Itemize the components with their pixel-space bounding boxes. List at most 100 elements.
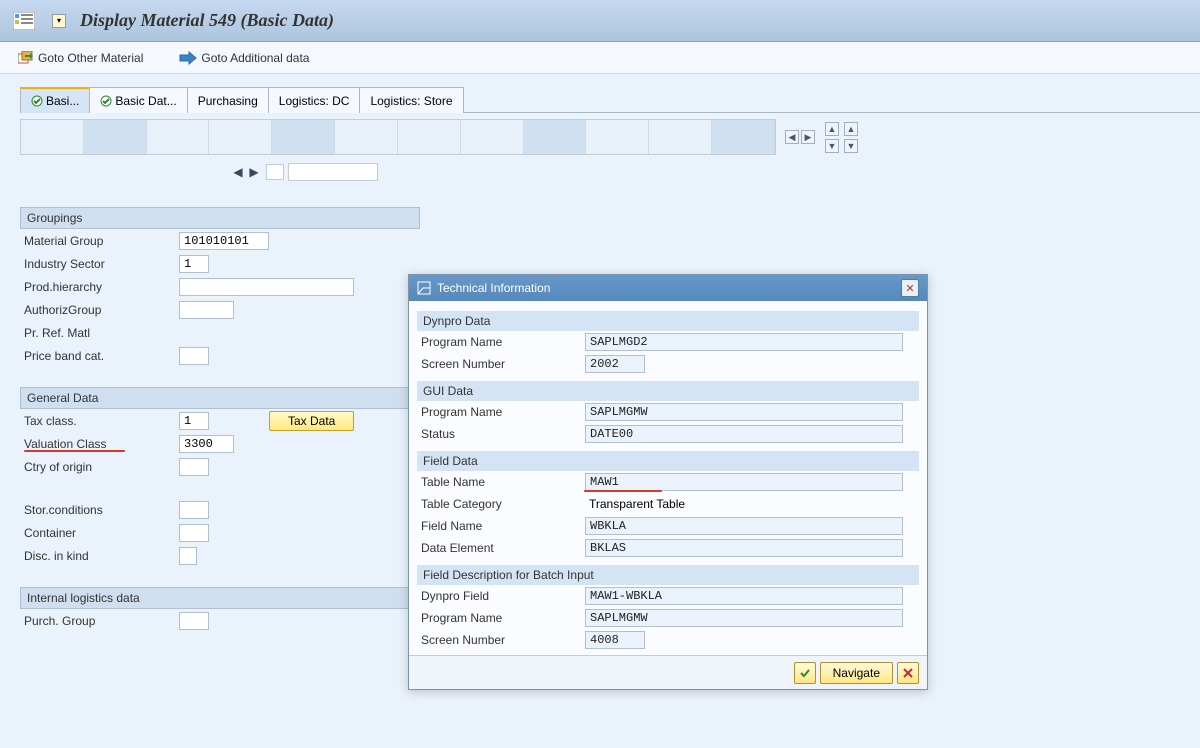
disc-in-kind-field[interactable] bbox=[179, 547, 197, 565]
tab-label: Basic Dat... bbox=[115, 94, 176, 108]
navigate-button[interactable]: Navigate bbox=[820, 662, 893, 684]
tab-purchasing[interactable]: Purchasing bbox=[187, 87, 269, 113]
goto-additional-data-button[interactable]: Goto Additional data bbox=[171, 49, 317, 67]
goto-other-material-button[interactable]: Goto Other Material bbox=[10, 49, 151, 67]
confirm-button[interactable] bbox=[794, 662, 816, 684]
container-field[interactable] bbox=[179, 524, 209, 542]
authoriz-group-field[interactable] bbox=[179, 301, 234, 319]
next-record-button[interactable]: ▶ bbox=[247, 163, 261, 181]
scroll-right-button[interactable]: ▶ bbox=[801, 130, 815, 144]
field-name-label: Field Name bbox=[417, 519, 585, 533]
dynpro-data-header: Dynpro Data bbox=[417, 311, 919, 331]
industry-sector-field[interactable]: 1 bbox=[179, 255, 209, 273]
valuation-class-row: Valuation Class 3300 bbox=[20, 432, 420, 455]
tabs: Basi... Basic Dat... Purchasing Logistic… bbox=[20, 86, 1200, 113]
dialog-header: Technical Information ✕ bbox=[409, 275, 927, 301]
price-band-cat-row: Price band cat. bbox=[20, 344, 420, 367]
nav-slot[interactable] bbox=[266, 164, 284, 180]
field-name-field[interactable]: WBKLA bbox=[585, 517, 903, 535]
purch-group-field[interactable] bbox=[179, 612, 209, 630]
scroll-page-down-button[interactable]: ▼ bbox=[844, 139, 858, 153]
groupings-header: Groupings bbox=[20, 207, 420, 229]
purch-group-label: Purch. Group bbox=[24, 614, 179, 628]
main-area: Basi... Basic Dat... Purchasing Logistic… bbox=[0, 74, 1200, 748]
gui-data-header: GUI Data bbox=[417, 381, 919, 401]
dynpro-field-field[interactable]: MAW1-WBKLA bbox=[585, 587, 903, 605]
authoriz-group-label: AuthorizGroup bbox=[24, 303, 179, 317]
program-name-label: Program Name bbox=[417, 611, 585, 625]
cancel-button[interactable] bbox=[897, 662, 919, 684]
batch-screen-number-field[interactable]: 4008 bbox=[585, 631, 645, 649]
status-label: Status bbox=[417, 427, 585, 441]
nav-row: ◀ ▶ bbox=[230, 163, 1200, 181]
pr-ref-matl-row: Pr. Ref. Matl bbox=[20, 321, 420, 344]
industry-sector-label: Industry Sector bbox=[24, 257, 179, 271]
gui-program-name-field[interactable]: SAPLMGMW bbox=[585, 403, 903, 421]
ctry-origin-field[interactable] bbox=[179, 458, 209, 476]
container-label: Container bbox=[24, 526, 179, 540]
field-data-header: Field Data bbox=[417, 451, 919, 471]
table-name-row: Table Name MAW1 bbox=[417, 471, 919, 493]
window-title: Display Material 549 (Basic Data) bbox=[80, 10, 334, 31]
batch-program-name-field[interactable]: SAPLMGMW bbox=[585, 609, 903, 627]
other-material-icon bbox=[18, 51, 34, 65]
dialog-title: Technical Information bbox=[437, 281, 901, 295]
container-row: Container bbox=[20, 521, 420, 544]
tab-logistics-dc[interactable]: Logistics: DC bbox=[268, 87, 361, 113]
left-form-panel: Groupings Material Group 101010101 Indus… bbox=[20, 207, 420, 632]
tab-basic-data-2[interactable]: Basic Dat... bbox=[89, 87, 187, 113]
stor-conditions-field[interactable] bbox=[179, 501, 209, 519]
industry-sector-row: Industry Sector 1 bbox=[20, 252, 420, 275]
arrow-right-icon bbox=[179, 51, 197, 65]
prev-record-button[interactable]: ◀ bbox=[231, 163, 245, 181]
tax-class-field[interactable]: 1 bbox=[179, 412, 209, 430]
scroll-up-button[interactable]: ▲ bbox=[825, 122, 839, 136]
scroll-page-up-button[interactable]: ▲ bbox=[844, 122, 858, 136]
screen-number-label: Screen Number bbox=[417, 633, 585, 647]
table-name-field[interactable]: MAW1 bbox=[585, 473, 903, 491]
scroll-left-button[interactable]: ◀ bbox=[785, 130, 799, 144]
tab-label: Basi... bbox=[46, 94, 79, 108]
app-icon bbox=[10, 10, 38, 32]
title-dropdown-icon[interactable]: ▾ bbox=[52, 14, 66, 28]
prod-hierarchy-row: Prod.hierarchy bbox=[20, 275, 420, 298]
scroll-widgets: ◀ ▶ bbox=[784, 129, 816, 145]
data-element-row: Data Element BKLAS bbox=[417, 537, 919, 559]
tab-basic-data-1[interactable]: Basi... bbox=[20, 87, 90, 113]
gui-status-field[interactable]: DATE00 bbox=[585, 425, 903, 443]
dynpro-screen-number-field[interactable]: 2002 bbox=[585, 355, 645, 373]
program-name-label: Program Name bbox=[417, 405, 585, 419]
batch-header: Field Description for Batch Input bbox=[417, 565, 919, 585]
data-element-field[interactable]: BKLAS bbox=[585, 539, 903, 557]
tax-data-button[interactable]: Tax Data bbox=[269, 411, 354, 431]
dynpro-field-row: Dynpro Field MAW1-WBKLA bbox=[417, 585, 919, 607]
data-element-label: Data Element bbox=[417, 541, 585, 555]
prod-hierarchy-label: Prod.hierarchy bbox=[24, 280, 179, 294]
tab-check-icon bbox=[31, 95, 43, 107]
authoriz-group-row: AuthorizGroup bbox=[20, 298, 420, 321]
dynpro-program-name-field[interactable]: SAPLMGD2 bbox=[585, 333, 903, 351]
dialog-close-button[interactable]: ✕ bbox=[901, 279, 919, 297]
dialog-body: Dynpro Data Program Name SAPLMGD2 Screen… bbox=[409, 301, 927, 655]
tab-label: Purchasing bbox=[198, 94, 258, 108]
nav-input[interactable] bbox=[288, 163, 378, 181]
pr-ref-matl-label: Pr. Ref. Matl bbox=[24, 326, 179, 340]
app-toolbar: Goto Other Material Goto Additional data bbox=[0, 42, 1200, 74]
field-name-row: Field Name WBKLA bbox=[417, 515, 919, 537]
tab-logistics-store[interactable]: Logistics: Store bbox=[359, 87, 463, 113]
prod-hierarchy-field[interactable] bbox=[179, 278, 354, 296]
gui-status-row: Status DATE00 bbox=[417, 423, 919, 445]
disc-in-kind-row: Disc. in kind bbox=[20, 544, 420, 567]
internal-logistics-header: Internal logistics data bbox=[20, 587, 420, 609]
material-group-field[interactable]: 101010101 bbox=[179, 232, 269, 250]
scroll-down-button[interactable]: ▼ bbox=[825, 139, 839, 153]
valuation-class-label: Valuation Class bbox=[24, 437, 179, 451]
window-titlebar: ▾ Display Material 549 (Basic Data) bbox=[0, 0, 1200, 42]
disc-in-kind-label: Disc. in kind bbox=[24, 549, 179, 563]
valuation-class-field[interactable]: 3300 bbox=[179, 435, 234, 453]
check-icon bbox=[799, 667, 811, 679]
price-band-cat-field[interactable] bbox=[179, 347, 209, 365]
material-group-label: Material Group bbox=[24, 234, 179, 248]
technical-information-dialog: Technical Information ✕ Dynpro Data Prog… bbox=[408, 274, 928, 690]
tab-check-icon bbox=[100, 95, 112, 107]
